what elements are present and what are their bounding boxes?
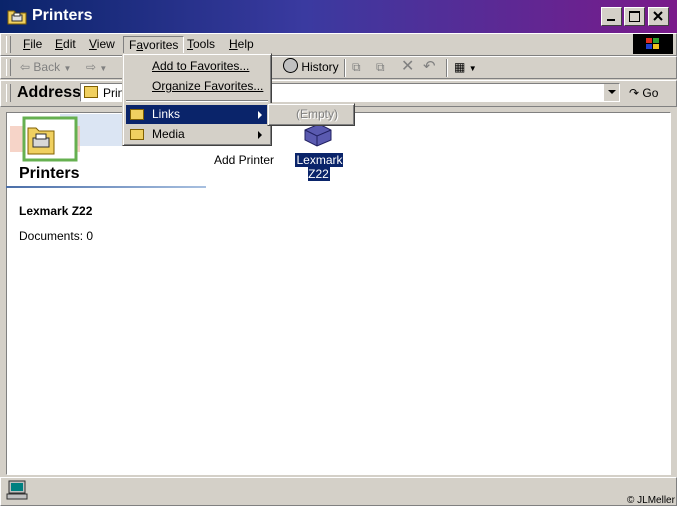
menu-edit[interactable]: Edit [50, 36, 81, 53]
submenu-arrow-icon [258, 111, 262, 119]
title-bar[interactable] [0, 0, 677, 33]
copyright-text: © JLMeller [627, 495, 675, 506]
menubar-grip[interactable] [6, 36, 11, 53]
add-to-favorites-item[interactable]: Add to Favorites... [126, 57, 268, 76]
printers-folder-icon [7, 7, 27, 28]
favorites-dropdown: Add to Favorites... Organize Favorites..… [122, 53, 272, 146]
printers-folder-icon [84, 86, 98, 98]
menu-file[interactable]: File [18, 36, 47, 53]
views-button[interactable]: ▦ ▼ [454, 58, 477, 76]
minimize-button[interactable] [601, 7, 622, 26]
history-button[interactable]: History [283, 58, 339, 76]
back-arrow-icon: ⇦ [20, 60, 31, 74]
folder-title: Printers [19, 165, 80, 182]
copy-to-icon: ⧉ [376, 60, 385, 74]
chevron-down-icon [608, 90, 616, 94]
submenu-arrow-icon [258, 131, 262, 139]
maximize-button[interactable] [624, 7, 645, 26]
windows-logo-icon [633, 34, 673, 54]
selected-item-name: Lexmark Z22 [19, 204, 93, 218]
title-divider [6, 186, 206, 188]
menu-help[interactable]: Help [224, 36, 259, 53]
links-item[interactable]: Links [126, 105, 268, 124]
documents-count: Documents: 0 [19, 229, 94, 243]
views-grid-icon: ▦ [454, 60, 466, 74]
forward-button[interactable]: ⇨ ▼ [86, 58, 107, 76]
chevron-down-icon: ▼ [63, 64, 72, 73]
address-label: Address [17, 84, 82, 101]
status-bar [0, 477, 677, 506]
menu-view[interactable]: View [84, 36, 120, 53]
toolbar-grip[interactable] [6, 59, 11, 76]
links-submenu: (Empty) [267, 103, 355, 126]
menu-separator [126, 100, 268, 102]
toolbar-separator [446, 59, 448, 77]
printers-header-graphic [8, 114, 128, 171]
addressbar-grip[interactable] [6, 84, 11, 102]
toolbar-separator [344, 59, 346, 77]
add-printer-label: Add Printer [213, 153, 275, 167]
delete-button[interactable]: ✕ [401, 58, 414, 76]
move-to-icon: ⧉ [352, 60, 361, 74]
go-arrow-icon: ↷ [629, 86, 640, 100]
undo-icon: ↶ [423, 58, 436, 75]
folder-icon [130, 129, 144, 140]
undo-button[interactable]: ↶ [423, 58, 436, 76]
folder-icon [130, 109, 144, 120]
address-dropdown-button[interactable] [603, 84, 619, 101]
maximize-icon [629, 11, 640, 22]
media-item[interactable]: Media [126, 125, 268, 144]
delete-x-icon: ✕ [401, 58, 415, 75]
chevron-down-icon: ▼ [468, 64, 477, 73]
organize-favorites-item[interactable]: Organize Favorites... [126, 77, 268, 96]
history-icon [283, 58, 298, 73]
back-button[interactable]: ⇦ Back ▼ [20, 58, 71, 76]
computer-icon [6, 480, 28, 503]
copy-to-button[interactable]: ⧉ [376, 58, 385, 76]
close-button[interactable] [648, 7, 669, 26]
close-icon [653, 11, 663, 21]
window-title: Printers [32, 7, 93, 24]
lexmark-z22-label: Lexmark Z22 [294, 152, 344, 182]
minimize-icon [607, 19, 615, 21]
empty-submenu-label: (Empty) [296, 107, 338, 121]
chevron-down-icon: ▼ [99, 64, 108, 73]
forward-arrow-icon: ⇨ [86, 60, 97, 74]
move-to-button[interactable]: ⧉ [352, 58, 361, 76]
go-button[interactable]: ↷ Go [629, 84, 658, 102]
menu-tools[interactable]: Tools [182, 36, 220, 53]
